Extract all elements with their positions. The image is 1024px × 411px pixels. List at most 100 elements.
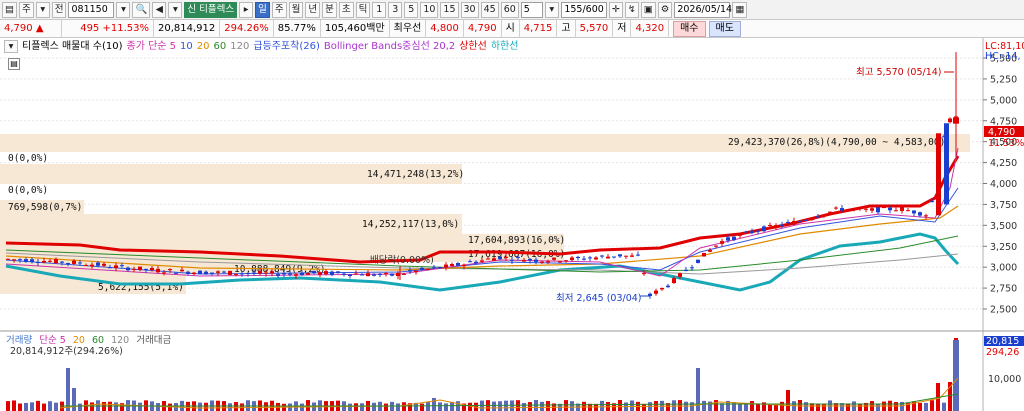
period-minute[interactable]: 분 — [322, 1, 337, 18]
chart-options-icon[interactable]: ▤ — [8, 58, 20, 70]
volume-bar — [582, 401, 586, 411]
period-week[interactable]: 주 — [271, 1, 287, 18]
code-dropdown-icon[interactable]: ▾ — [116, 1, 131, 18]
interval-5[interactable]: 5 — [404, 1, 419, 18]
nav-chevron-icon[interactable]: ▾ — [168, 1, 183, 18]
vol-legend-volume: 거래량 — [6, 334, 32, 346]
calendar-icon[interactable]: ▦ — [732, 1, 748, 18]
speaker-icon[interactable]: ◀ — [152, 1, 167, 18]
volume-bar — [528, 402, 532, 411]
volume-bar — [930, 400, 934, 411]
period-year[interactable]: 년 — [305, 1, 321, 18]
last-candle-body — [953, 117, 959, 124]
search-icon[interactable]: 🔍 — [132, 1, 151, 18]
count-input[interactable]: 155/600 — [560, 1, 607, 18]
candle-body — [678, 273, 682, 277]
candle-body — [438, 267, 442, 269]
volume-bar — [846, 403, 850, 411]
chart-menu-icon[interactable]: ▾ — [4, 40, 18, 53]
interval-60[interactable]: 60 — [500, 1, 519, 18]
candle-body — [528, 258, 532, 261]
candle-body — [774, 225, 778, 227]
interval-15[interactable]: 15 — [440, 1, 459, 18]
candle-body — [24, 259, 28, 263]
buy-button[interactable]: 매수 — [673, 20, 706, 37]
best-bid: 4,790 — [464, 19, 502, 38]
candle-body — [96, 262, 100, 266]
candle-body — [408, 270, 412, 272]
interval-1[interactable]: 1 — [372, 1, 387, 18]
vol-axis-current: 20,815 — [986, 336, 1019, 347]
volume-bar — [894, 402, 898, 411]
low-label: 저 — [613, 19, 632, 38]
vol-legend-120: 120 — [111, 335, 129, 346]
period-day[interactable]: 일 — [255, 1, 270, 18]
save-icon[interactable]: ▣ — [640, 1, 656, 18]
candle-body — [54, 259, 58, 264]
period-tick[interactable]: 틱 — [355, 1, 371, 18]
volume-bar — [600, 400, 604, 411]
date-input[interactable]: 2026/05/14 — [674, 1, 732, 18]
candle-body — [768, 224, 772, 226]
crosshair-icon[interactable]: ✛ — [608, 1, 623, 18]
layout-icon[interactable]: ▤ — [2, 1, 17, 18]
y-tick-label: 3,500 — [990, 221, 1017, 232]
interval-dropdown-icon[interactable]: ▾ — [544, 1, 559, 18]
volume-bar — [78, 403, 82, 411]
candle-body — [744, 231, 748, 233]
settings-icon[interactable]: ⚙ — [657, 1, 673, 18]
candle-body — [390, 273, 394, 276]
transfer-button[interactable]: 전 — [51, 1, 67, 18]
stock-name: 티플렉스 — [199, 3, 235, 15]
y-tick-label: 3,250 — [990, 242, 1017, 253]
legend-stock: 티플렉스 매물대 수(10) — [22, 41, 123, 52]
volume-bar — [438, 402, 442, 411]
volume-bar — [72, 388, 76, 411]
volume-value: 20,814,912 — [154, 19, 221, 38]
chart-canvas[interactable]: 29,423,370(26,8%)(4,790,00 ~ 4,583,00) 0(… — [0, 38, 1024, 411]
candle-body — [186, 271, 190, 274]
volume-bar — [372, 402, 376, 411]
volume-bar — [42, 403, 46, 411]
period-month[interactable]: 월 — [288, 1, 304, 18]
chart-tools-icon[interactable]: ↯ — [624, 1, 639, 18]
legend-upper: 상한선 — [459, 41, 487, 52]
candle-body — [816, 216, 820, 218]
volume-bar — [228, 403, 232, 411]
volume-bar — [6, 401, 10, 411]
candle-body — [654, 290, 658, 294]
candle-body — [828, 211, 832, 213]
market-select[interactable]: 주 — [18, 1, 34, 18]
interval-45[interactable]: 45 — [480, 1, 499, 18]
candle-body — [924, 215, 928, 217]
volume-bar — [522, 403, 526, 411]
chevron-down-icon[interactable]: ▾ — [35, 1, 50, 18]
candle-body — [288, 273, 292, 275]
interval-input[interactable]: 5 — [520, 1, 543, 18]
candle-body — [162, 272, 166, 274]
interval-10[interactable]: 10 — [420, 1, 439, 18]
volume-bar — [504, 400, 508, 411]
volume-bar — [630, 400, 634, 411]
code-input[interactable]: 081150 — [68, 1, 115, 18]
candle-body — [738, 234, 742, 236]
legend-ma-10: 10 — [180, 41, 193, 52]
period-second[interactable]: 초 — [338, 1, 354, 18]
candle-body — [606, 256, 610, 259]
stock-list-icon[interactable]: ▸ — [239, 1, 254, 18]
best-ask-label: 최우선 — [390, 19, 427, 38]
legend-ma-20: 20 — [196, 41, 210, 52]
candle-body — [486, 258, 490, 260]
interval-30[interactable]: 30 — [460, 1, 479, 18]
stock-name-field[interactable]: 신 티플렉스 — [184, 1, 238, 18]
volume-bar — [942, 402, 946, 411]
high-annotation: 최고 5,570 (05/14) — [856, 67, 942, 78]
current-pct-axis-label: 11.53% — [988, 138, 1024, 149]
sell-button[interactable]: 매도 — [708, 20, 741, 37]
price-chart[interactable]: 29,423,370(26,8%)(4,790,00 ~ 4,583,00) 0(… — [0, 38, 1024, 411]
volume-bar — [618, 400, 622, 411]
interval-3[interactable]: 3 — [388, 1, 403, 18]
volume-bar — [348, 403, 352, 411]
candle-body — [420, 267, 424, 270]
candle-body — [810, 219, 814, 221]
